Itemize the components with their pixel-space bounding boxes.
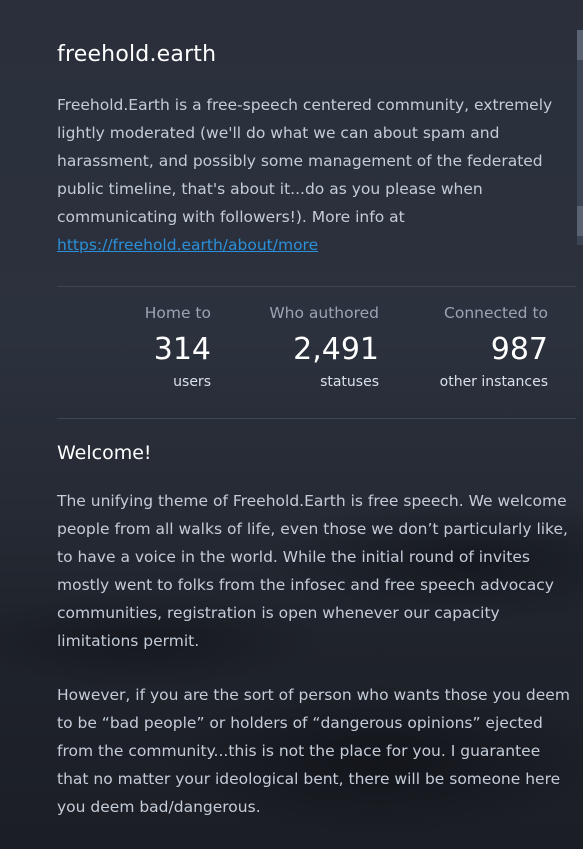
stat-users-label: Home to [144, 304, 211, 322]
scrollbar-thumb-lower[interactable] [577, 206, 583, 236]
stat-statuses: Who authored 2,491 statuses [269, 304, 379, 390]
stat-instances: Connected to 987 other instances [440, 304, 548, 390]
stat-users-unit: users [173, 374, 211, 390]
more-info-link[interactable]: https://freehold.earth/about/more [57, 236, 318, 254]
instance-stats: Home to 314 users Who authored 2,491 sta… [57, 287, 548, 417]
welcome-paragraph-2: However, if you are the sort of person w… [57, 686, 570, 816]
stat-instances-unit: other instances [439, 374, 548, 390]
stat-statuses-unit: statuses [320, 374, 379, 390]
stat-users: Home to 314 users [145, 304, 211, 390]
welcome-heading: Welcome! [57, 442, 152, 464]
stat-statuses-value: 2,491 [293, 332, 379, 367]
stat-users-value: 314 [153, 332, 211, 367]
welcome-paragraph-1: The unifying theme of Freehold.Earth is … [57, 492, 568, 650]
stat-instances-value: 987 [490, 332, 548, 367]
divider-bottom [57, 418, 576, 419]
site-description: Freehold.Earth is a free-speech centered… [57, 91, 569, 259]
site-description-text: Freehold.Earth is a free-speech centered… [57, 96, 553, 226]
stat-instances-label: Connected to [444, 304, 548, 322]
scrollbar-thumb[interactable] [577, 30, 583, 60]
site-title: freehold.earth [57, 42, 217, 67]
stat-statuses-label: Who authored [269, 304, 379, 322]
scrollbar[interactable] [577, 30, 583, 245]
